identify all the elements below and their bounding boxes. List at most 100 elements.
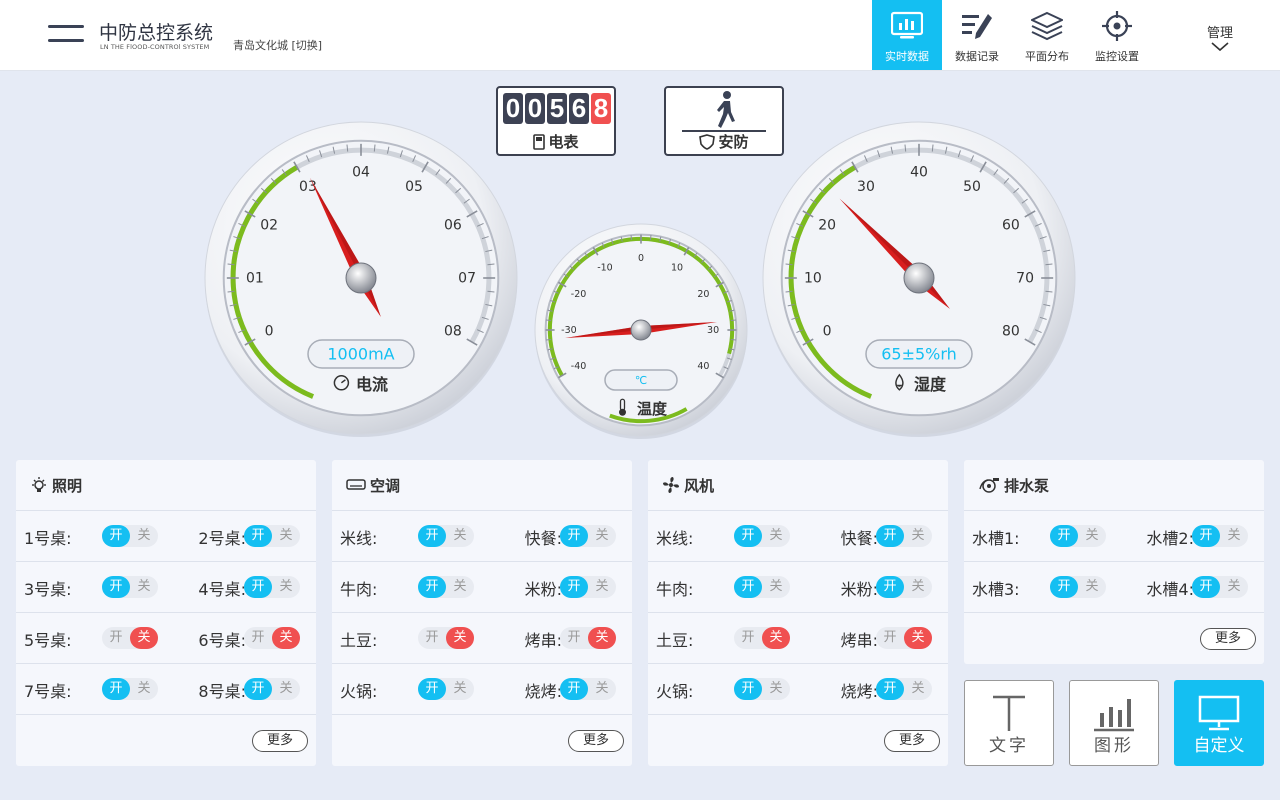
toggle-on[interactable]: 开 [560, 678, 588, 700]
power-toggle[interactable]: 开关 [560, 678, 616, 700]
power-toggle[interactable]: 开关 [734, 678, 790, 700]
toggle-off[interactable]: 关 [446, 576, 474, 598]
gauge-label: 电流 [356, 375, 388, 394]
power-toggle[interactable]: 开关 [1050, 576, 1106, 598]
more-button[interactable]: 更多 [884, 730, 940, 752]
toggle-on[interactable]: 开 [418, 525, 446, 547]
custom-tool-button[interactable]: 自定义 [1174, 680, 1264, 766]
toggle-on[interactable]: 开 [244, 627, 272, 649]
toggle-on[interactable]: 开 [244, 576, 272, 598]
toggle-off[interactable]: 关 [130, 627, 158, 649]
power-toggle[interactable]: 开关 [244, 627, 300, 649]
text-tool-button[interactable]: 文字 [964, 680, 1054, 766]
toggle-off[interactable]: 关 [1078, 576, 1106, 598]
toggle-on[interactable]: 开 [102, 627, 130, 649]
toggle-on[interactable]: 开 [734, 525, 762, 547]
toggle-off[interactable]: 关 [762, 627, 790, 649]
toggle-off[interactable]: 关 [1220, 525, 1248, 547]
toggle-on[interactable]: 开 [418, 576, 446, 598]
power-toggle[interactable]: 开关 [560, 576, 616, 598]
toggle-off[interactable]: 关 [904, 525, 932, 547]
toggle-on[interactable]: 开 [102, 576, 130, 598]
power-toggle[interactable]: 开关 [560, 627, 616, 649]
toggle-on[interactable]: 开 [102, 678, 130, 700]
toggle-on[interactable]: 开 [876, 525, 904, 547]
more-button[interactable]: 更多 [252, 730, 308, 752]
power-toggle[interactable]: 开关 [560, 525, 616, 547]
toggle-off[interactable]: 关 [588, 627, 616, 649]
toggle-on[interactable]: 开 [1192, 525, 1220, 547]
nav-monitor-settings[interactable]: 监控设置 [1082, 0, 1152, 70]
toggle-off[interactable]: 关 [588, 678, 616, 700]
power-toggle[interactable]: 开关 [418, 576, 474, 598]
power-toggle[interactable]: 开关 [734, 525, 790, 547]
admin-menu[interactable]: 管理 [1196, 22, 1244, 56]
power-toggle[interactable]: 开关 [734, 627, 790, 649]
toggle-on[interactable]: 开 [418, 627, 446, 649]
toggle-on[interactable]: 开 [418, 678, 446, 700]
toggle-off[interactable]: 关 [446, 627, 474, 649]
nav-floor-plan[interactable]: 平面分布 [1012, 0, 1082, 70]
toggle-off[interactable]: 关 [130, 678, 158, 700]
power-toggle[interactable]: 开关 [876, 525, 932, 547]
toggle-on[interactable]: 开 [734, 678, 762, 700]
toggle-off[interactable]: 关 [904, 576, 932, 598]
nav-data-records[interactable]: 数据记录 [942, 0, 1012, 70]
toggle-off[interactable]: 关 [1078, 525, 1106, 547]
chart-tool-button[interactable]: 图形 [1069, 680, 1159, 766]
toggle-on[interactable]: 开 [1050, 525, 1078, 547]
toggle-on[interactable]: 开 [876, 678, 904, 700]
toggle-on[interactable]: 开 [734, 627, 762, 649]
power-toggle[interactable]: 开关 [876, 627, 932, 649]
toggle-on[interactable]: 开 [102, 525, 130, 547]
more-button[interactable]: 更多 [1200, 628, 1256, 650]
toggle-off[interactable]: 关 [272, 678, 300, 700]
toggle-off[interactable]: 关 [446, 525, 474, 547]
power-toggle[interactable]: 开关 [876, 576, 932, 598]
power-toggle[interactable]: 开关 [1050, 525, 1106, 547]
toggle-off[interactable]: 关 [762, 678, 790, 700]
power-toggle[interactable]: 开关 [418, 678, 474, 700]
location-switch[interactable]: 青岛文化城 [切换] [233, 37, 322, 53]
toggle-on[interactable]: 开 [1050, 576, 1078, 598]
menu-icon[interactable] [48, 25, 84, 45]
power-toggle[interactable]: 开关 [244, 576, 300, 598]
power-toggle[interactable]: 开关 [102, 627, 158, 649]
toggle-off[interactable]: 关 [272, 576, 300, 598]
toggle-off[interactable]: 关 [762, 576, 790, 598]
power-toggle[interactable]: 开关 [1192, 576, 1248, 598]
power-toggle[interactable]: 开关 [876, 678, 932, 700]
toggle-off[interactable]: 关 [130, 525, 158, 547]
power-toggle[interactable]: 开关 [418, 627, 474, 649]
power-toggle[interactable]: 开关 [418, 525, 474, 547]
toggle-off[interactable]: 关 [762, 525, 790, 547]
toggle-on[interactable]: 开 [734, 576, 762, 598]
toggle-off[interactable]: 关 [904, 678, 932, 700]
power-toggle[interactable]: 开关 [1192, 525, 1248, 547]
power-toggle[interactable]: 开关 [102, 678, 158, 700]
power-toggle[interactable]: 开关 [102, 525, 158, 547]
toggle-on[interactable]: 开 [876, 627, 904, 649]
toggle-on[interactable]: 开 [560, 525, 588, 547]
toggle-on[interactable]: 开 [560, 627, 588, 649]
toggle-off[interactable]: 关 [130, 576, 158, 598]
toggle-off[interactable]: 关 [588, 525, 616, 547]
toggle-off[interactable]: 关 [272, 525, 300, 547]
toggle-off[interactable]: 关 [272, 627, 300, 649]
toggle-on[interactable]: 开 [244, 678, 272, 700]
power-toggle[interactable]: 开关 [734, 576, 790, 598]
toggle-on[interactable]: 开 [1192, 576, 1220, 598]
power-toggle[interactable]: 开关 [244, 678, 300, 700]
nav-realtime-data[interactable]: 实时数据 [872, 0, 942, 70]
toggle-on[interactable]: 开 [244, 525, 272, 547]
toggle-on[interactable]: 开 [876, 576, 904, 598]
toggle-off[interactable]: 关 [446, 678, 474, 700]
power-toggle[interactable]: 开关 [244, 525, 300, 547]
toggle-on[interactable]: 开 [560, 576, 588, 598]
device-name: 水槽2: [1146, 528, 1194, 548]
more-button[interactable]: 更多 [568, 730, 624, 752]
toggle-off[interactable]: 关 [1220, 576, 1248, 598]
power-toggle[interactable]: 开关 [102, 576, 158, 598]
toggle-off[interactable]: 关 [904, 627, 932, 649]
toggle-off[interactable]: 关 [588, 576, 616, 598]
